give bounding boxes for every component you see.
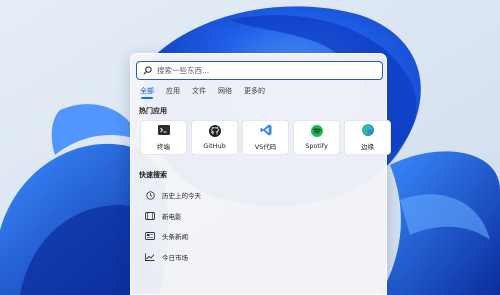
tab-more[interactable]: 更多的 xyxy=(244,86,265,99)
app-label: GitHub xyxy=(203,142,226,150)
tab-apps[interactable]: 应用 xyxy=(166,86,180,99)
app-tile-vscode[interactable]: VS代码 xyxy=(242,120,289,155)
popular-apps-grid: 终端 GitHub VS代码 Spotify 边缘 xyxy=(140,120,391,155)
edge-icon xyxy=(361,124,374,136)
list-item-label: 头条新闻 xyxy=(162,233,188,242)
filter-tabs: 全部 应用 文件 网络 更多的 xyxy=(140,86,265,99)
search-icon xyxy=(137,66,157,75)
popular-apps-heading: 热门应用 xyxy=(139,107,167,115)
tab-files[interactable]: 文件 xyxy=(192,86,206,99)
search-placeholder: 搜索一些东西... xyxy=(157,66,210,75)
github-icon xyxy=(208,125,221,137)
quick-search-list: 历史上的今天 新电影 头条新闻 今日市场 xyxy=(145,185,375,267)
film-icon xyxy=(145,211,155,220)
app-label: 边缘 xyxy=(361,143,374,151)
list-item[interactable]: 头条新闻 xyxy=(145,226,375,247)
app-tile-spotify[interactable]: Spotify xyxy=(293,120,340,155)
news-icon xyxy=(145,232,155,241)
clock-icon xyxy=(145,191,155,200)
list-item-label: 新电影 xyxy=(162,212,182,221)
list-item[interactable]: 今日市场 xyxy=(145,247,375,268)
app-label: VS代码 xyxy=(254,143,277,151)
app-tile-github[interactable]: GitHub xyxy=(191,120,238,155)
app-label: Spotify xyxy=(305,142,328,150)
terminal-icon xyxy=(157,124,170,136)
search-panel: 搜索一些东西... 全部 应用 文件 网络 更多的 热门应用 终端 GitHub… xyxy=(130,53,391,295)
app-label: 终端 xyxy=(157,143,170,151)
list-item[interactable]: 历史上的今天 xyxy=(145,185,375,206)
app-tile-edge[interactable]: 边缘 xyxy=(344,120,391,155)
vscode-icon xyxy=(260,124,272,136)
list-item-label: 历史上的今天 xyxy=(162,192,201,201)
tab-all[interactable]: 全部 xyxy=(140,86,154,99)
spotify-icon xyxy=(310,125,323,137)
list-item-label: 今日市场 xyxy=(162,253,188,262)
list-item[interactable]: 新电影 xyxy=(145,206,375,227)
app-tile-terminal[interactable]: 终端 xyxy=(140,120,187,155)
search-input[interactable]: 搜索一些东西... xyxy=(136,61,383,80)
chart-icon xyxy=(145,253,155,261)
tab-web[interactable]: 网络 xyxy=(218,86,232,99)
quick-search-heading: 快速搜索 xyxy=(139,171,167,179)
